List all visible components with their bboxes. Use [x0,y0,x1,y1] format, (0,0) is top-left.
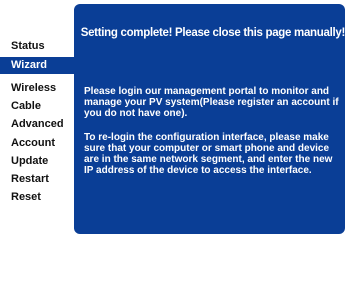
completion-title: Setting complete! Please close this page… [80,27,345,39]
sidebar-item-wireless[interactable]: Wireless [11,82,56,95]
page: Status Wizard Wireless Cable Advanced Ac… [0,0,345,295]
sidebar-item-advanced[interactable]: Advanced [11,118,64,131]
portal-message: Please login our management portal to mo… [84,86,339,119]
sidebar-item-wizard[interactable]: Wizard [0,57,78,74]
sidebar-item-reset[interactable]: Reset [11,191,41,204]
sidebar-item-restart[interactable]: Restart [11,173,49,186]
sidebar-nav: Status Wizard Wireless Cable Advanced Ac… [0,0,78,295]
sidebar-item-cable[interactable]: Cable [11,100,41,113]
content-panel: Setting complete! Please close this page… [74,4,345,234]
sidebar-item-account[interactable]: Account [11,137,55,150]
relogin-instructions: To re-login the configuration interface,… [84,132,333,176]
sidebar-item-update[interactable]: Update [11,155,48,168]
sidebar-item-status[interactable]: Status [11,40,45,53]
